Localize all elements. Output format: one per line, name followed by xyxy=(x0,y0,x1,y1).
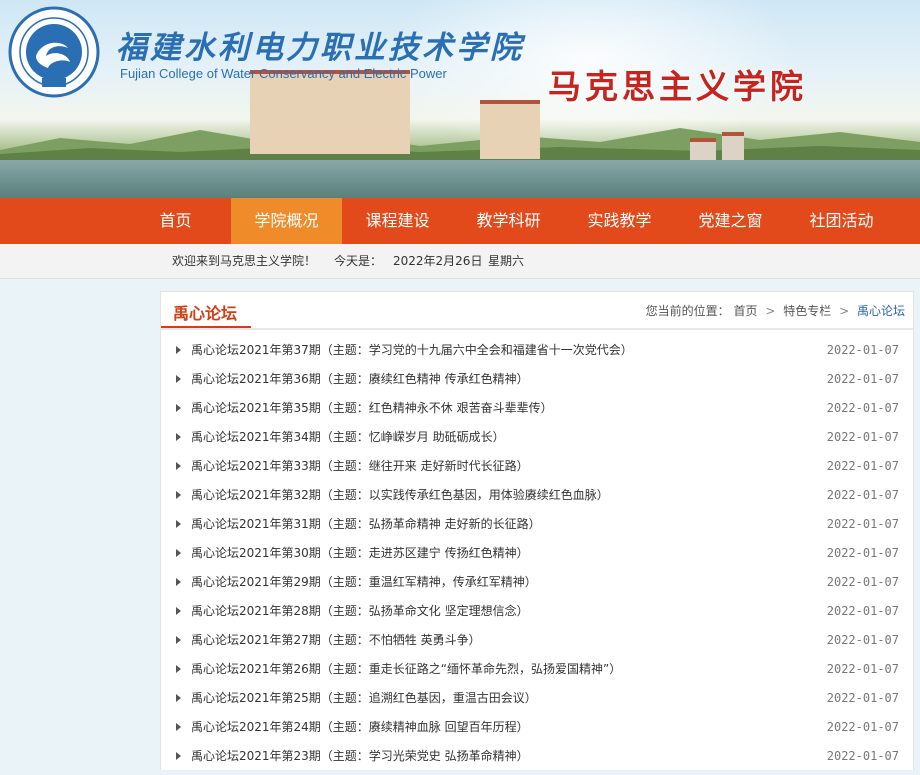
article-title-link[interactable]: 禹心论坛2021年第32期（主题：以实践传承红色基因，用体验赓续红色血脉） xyxy=(191,485,609,505)
article-row[interactable]: 禹心论坛2021年第24期（主题：赓续精神血脉 回望百年历程） 2022-01-0… xyxy=(161,717,913,746)
hills-illustration xyxy=(0,128,920,160)
article-row[interactable]: 禹心论坛2021年第34期（主题：忆峥嵘岁月 助砥砺成长） 2022-01-07 xyxy=(161,427,913,456)
bullet-arrow-icon xyxy=(176,665,181,673)
title-underline xyxy=(161,326,251,328)
article-title-link[interactable]: 禹心论坛2021年第35期（主题：红色精神永不休 艰苦奋斗辈辈传） xyxy=(191,398,553,418)
bullet-arrow-icon xyxy=(176,549,181,557)
article-row[interactable]: 禹心论坛2021年第29期（主题：重温红军精神，传承红军精神） 2022-01-0… xyxy=(161,572,913,601)
article-panel: 禹心论坛 您当前的位置： 首页 > 特色专栏 > 禹心论坛 禹心论坛2021年第… xyxy=(160,291,914,770)
article-date: 2022-01-07 xyxy=(826,546,899,560)
today-weekday: 星期六 xyxy=(488,254,525,268)
nav-item-0[interactable]: 首页 xyxy=(120,198,231,244)
nav-item-6[interactable]: 社团活动 xyxy=(786,198,897,244)
bullet-arrow-icon xyxy=(176,404,181,412)
bullet-arrow-icon xyxy=(176,491,181,499)
article-date: 2022-01-07 xyxy=(826,720,899,734)
welcome-bar: 欢迎来到马克思主义学院！ 今天是： 2022年2月26日 星期六 xyxy=(0,244,920,279)
campus-building xyxy=(250,70,410,154)
article-title-link[interactable]: 禹心论坛2021年第30期（主题：走进苏区建宁 传扬红色精神） xyxy=(191,543,529,563)
article-date: 2022-01-07 xyxy=(826,749,899,763)
bullet-arrow-icon xyxy=(176,520,181,528)
article-row[interactable]: 禹心论坛2021年第28期（主题：弘扬革命文化 坚定理想信念） 2022-01-0… xyxy=(161,601,913,630)
article-title-link[interactable]: 禹心论坛2021年第33期（主题：继往开来 走好新时代长征路） xyxy=(191,456,529,476)
breadcrumb-current[interactable]: 禹心论坛 xyxy=(857,304,905,318)
article-row[interactable]: 禹心论坛2021年第30期（主题：走进苏区建宁 传扬红色精神） 2022-01-0… xyxy=(161,543,913,572)
article-title-link[interactable]: 禹心论坛2021年第28期（主题：弘扬革命文化 坚定理想信念） xyxy=(191,601,529,621)
article-row[interactable]: 禹心论坛2021年第25期（主题：追溯红色基因，重温古田会议） 2022-01-0… xyxy=(161,688,913,717)
article-date: 2022-01-07 xyxy=(826,517,899,531)
breadcrumb-special-column[interactable]: 特色专栏 xyxy=(783,304,831,318)
article-date: 2022-01-07 xyxy=(826,691,899,705)
school-name: 马克思主义学院 xyxy=(548,67,807,106)
article-date: 2022-01-07 xyxy=(826,459,899,473)
breadcrumb-separator: > xyxy=(765,304,776,318)
bullet-arrow-icon xyxy=(176,752,181,760)
article-date: 2022-01-07 xyxy=(826,488,899,502)
bullet-arrow-icon xyxy=(176,723,181,731)
breadcrumb-home[interactable]: 首页 xyxy=(734,304,758,318)
article-title-link[interactable]: 禹心论坛2021年第26期（主题：重走长征路之“缅怀革命先烈，弘扬爱国精神”） xyxy=(191,659,621,679)
bullet-arrow-icon xyxy=(176,346,181,354)
bullet-arrow-icon xyxy=(176,433,181,441)
article-row[interactable]: 禹心论坛2021年第36期（主题：赓续红色精神 传承红色精神） 2022-01-0… xyxy=(161,369,913,398)
today-label: 今天是： xyxy=(334,254,383,268)
article-row[interactable]: 禹心论坛2021年第35期（主题：红色精神永不休 艰苦奋斗辈辈传） 2022-01… xyxy=(161,398,913,427)
nav-item-3[interactable]: 教学科研 xyxy=(453,198,564,244)
bullet-arrow-icon xyxy=(176,375,181,383)
breadcrumb-label: 您当前的位置： xyxy=(645,304,730,318)
nav-item-2[interactable]: 课程建设 xyxy=(342,198,453,244)
bullet-arrow-icon xyxy=(176,462,181,470)
article-date: 2022-01-07 xyxy=(826,662,899,676)
header-banner: 福建水利电力职业技术学院 Fujian College of Water Con… xyxy=(0,0,920,198)
article-title-link[interactable]: 禹心论坛2021年第27期（主题：不怕牺牲 英勇斗争） xyxy=(191,630,481,650)
article-row[interactable]: 禹心论坛2021年第33期（主题：继往开来 走好新时代长征路） 2022-01-0… xyxy=(161,456,913,485)
article-date: 2022-01-07 xyxy=(826,575,899,589)
nav-item-4[interactable]: 实践教学 xyxy=(564,198,675,244)
article-title-link[interactable]: 禹心论坛2021年第23期（主题：学习光荣党史 弘扬革命精神） xyxy=(191,746,529,766)
article-title-link[interactable]: 禹心论坛2021年第25期（主题：追溯红色基因，重温古田会议） xyxy=(191,688,537,708)
article-row[interactable]: 禹心论坛2021年第32期（主题：以实践传承红色基因，用体验赓续红色血脉） 202… xyxy=(161,485,913,514)
breadcrumb-separator: > xyxy=(839,304,850,318)
college-name-cn: 福建水利电力职业技术学院 xyxy=(116,30,524,66)
bullet-arrow-icon xyxy=(176,607,181,615)
bullet-arrow-icon xyxy=(176,636,181,644)
article-row[interactable]: 禹心论坛2021年第37期（主题：学习党的十九届六中全会和福建省十一次党代会） 2… xyxy=(161,340,913,369)
article-list: 禹心论坛2021年第37期（主题：学习党的十九届六中全会和福建省十一次党代会） 2… xyxy=(161,340,913,775)
article-date: 2022-01-07 xyxy=(826,343,899,357)
welcome-greeting: 欢迎来到马克思主义学院！ xyxy=(172,254,317,268)
panel-header: 禹心论坛 您当前的位置： 首页 > 特色专栏 > 禹心论坛 xyxy=(161,292,913,330)
nav-list: 首页 学院概况 课程建设 教学科研 实践教学 党建之窗 社团活动 xyxy=(120,198,897,244)
article-title-link[interactable]: 禹心论坛2021年第37期（主题：学习党的十九届六中全会和福建省十一次党代会） xyxy=(191,340,633,360)
nav-item-5[interactable]: 党建之窗 xyxy=(675,198,786,244)
article-row[interactable]: 禹心论坛2021年第31期（主题：弘扬革命精神 走好新的长征路） 2022-01-… xyxy=(161,514,913,543)
article-row[interactable]: 禹心论坛2021年第26期（主题：重走长征路之“缅怀革命先烈，弘扬爱国精神”） 2… xyxy=(161,659,913,688)
article-title-link[interactable]: 禹心论坛2021年第24期（主题：赓续精神血脉 回望百年历程） xyxy=(191,717,529,737)
article-row[interactable]: 禹心论坛2021年第27期（主题：不怕牺牲 英勇斗争） 2022-01-07 xyxy=(161,630,913,659)
article-date: 2022-01-07 xyxy=(826,401,899,415)
article-title-link[interactable]: 禹心论坛2021年第31期（主题：弘扬革命精神 走好新的长征路） xyxy=(191,514,541,534)
college-logo-icon[interactable] xyxy=(8,6,100,98)
article-date: 2022-01-07 xyxy=(826,372,899,386)
article-row[interactable]: 禹心论坛2021年第23期（主题：学习光荣党史 弘扬革命精神） 2022-01-0… xyxy=(161,746,913,775)
lake-water xyxy=(0,160,920,198)
panel-title: 禹心论坛 xyxy=(173,304,238,323)
nav-item-1[interactable]: 学院概况 xyxy=(231,198,342,244)
today-date: 2022年2月26日 xyxy=(393,254,483,268)
article-date: 2022-01-07 xyxy=(826,430,899,444)
bullet-arrow-icon xyxy=(176,694,181,702)
bullet-arrow-icon xyxy=(176,578,181,586)
article-date: 2022-01-07 xyxy=(826,633,899,647)
article-date: 2022-01-07 xyxy=(826,604,899,618)
college-name-en: Fujian College of Water Conservancy and … xyxy=(120,66,447,81)
article-title-link[interactable]: 禹心论坛2021年第36期（主题：赓续红色精神 传承红色精神） xyxy=(191,369,529,389)
article-title-link[interactable]: 禹心论坛2021年第29期（主题：重温红军精神，传承红军精神） xyxy=(191,572,537,592)
article-title-link[interactable]: 禹心论坛2021年第34期（主题：忆峥嵘岁月 助砥砺成长） xyxy=(191,427,505,447)
main-navigation: 首页 学院概况 课程建设 教学科研 实践教学 党建之窗 社团活动 xyxy=(0,198,920,244)
campus-building xyxy=(480,100,540,159)
breadcrumb: 您当前的位置： 首页 > 特色专栏 > 禹心论坛 xyxy=(646,302,905,319)
